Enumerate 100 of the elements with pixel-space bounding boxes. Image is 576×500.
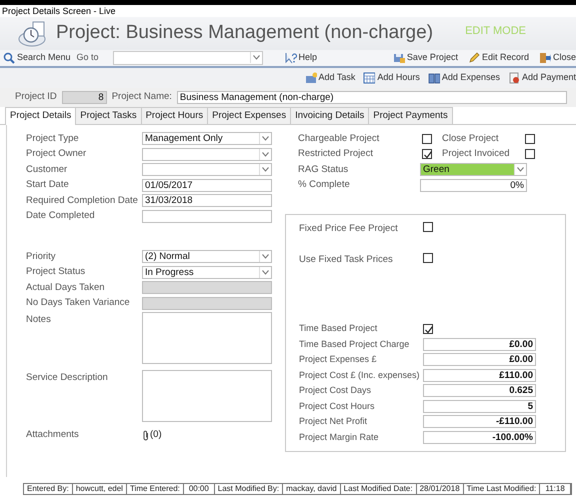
field-label: Project Cost Days xyxy=(299,384,372,397)
field-label: Project Status xyxy=(26,265,86,280)
search-button[interactable]: Search Menu xyxy=(3,51,71,65)
chevron-down-icon xyxy=(262,254,269,260)
status-label: Last Modified Date: xyxy=(340,484,417,494)
tab[interactable]: Project Expenses xyxy=(207,107,292,124)
checkbox[interactable] xyxy=(422,134,432,144)
pencil-icon xyxy=(468,52,480,64)
tab[interactable]: Project Details xyxy=(5,107,76,125)
field-label: Priority xyxy=(26,250,57,264)
status-value: howcutt, edel xyxy=(72,484,127,494)
checkbox[interactable] xyxy=(423,253,433,263)
field-label: Project Margin Rate xyxy=(299,430,380,444)
dropdown-field[interactable] xyxy=(142,163,272,176)
field-label: Fixed Price Fee Project xyxy=(299,222,399,236)
amount-field: £0.00 xyxy=(423,353,536,366)
status-label: Time Last Modified: xyxy=(464,484,540,494)
save-button[interactable]: Save Project xyxy=(392,51,458,65)
chevron-down-icon xyxy=(262,167,269,172)
percent-field[interactable]: 0% xyxy=(420,178,527,192)
amount-field: 0.625 xyxy=(423,384,536,398)
field-label: Project Type xyxy=(26,132,80,146)
paperclip-icon xyxy=(142,430,150,440)
search-icon xyxy=(3,52,15,64)
mode-label: EDIT MODE xyxy=(465,24,526,39)
checkbox[interactable] xyxy=(423,222,433,232)
book-icon xyxy=(428,72,440,84)
close-button[interactable]: Close xyxy=(538,51,576,65)
text-field[interactable] xyxy=(142,210,272,223)
field-label: Project Cost £ (Inc. expenses) xyxy=(299,368,421,382)
field-label: Project Cost Hours xyxy=(299,400,376,413)
attachment-count[interactable]: (0) xyxy=(150,428,162,442)
field-label: Project Net Profit xyxy=(299,415,368,428)
dropdown-field[interactable]: (2) Normal xyxy=(142,250,272,264)
help-icon xyxy=(284,52,297,64)
chevron-down-icon xyxy=(252,55,260,60)
dropdown-field[interactable]: In Progress xyxy=(142,266,272,279)
status-label: Entered By: xyxy=(24,484,73,494)
id-field: 8 xyxy=(62,91,107,104)
status-value: mackay, david xyxy=(283,484,341,494)
field-label: Actual Days Taken xyxy=(26,280,106,295)
chevron-down-icon xyxy=(262,136,269,142)
status-value: 11:18 xyxy=(540,484,572,494)
field-label: RAG Status xyxy=(298,162,350,177)
field-label: Use Fixed Task Prices xyxy=(299,253,394,267)
amount-field: -£110.00 xyxy=(423,415,536,428)
field-label: Time Based Project Charge xyxy=(299,338,410,351)
field-label: No Days Taken Variance xyxy=(26,296,131,310)
add-button[interactable]: Add Expenses xyxy=(428,71,500,85)
checkbox[interactable] xyxy=(525,134,535,144)
form-title: Project: Business Management (non-charge) xyxy=(56,21,434,46)
tab[interactable]: Project Hours xyxy=(140,107,208,124)
name-field[interactable]: Business Management (non-charge) xyxy=(176,91,567,104)
status-dropdown[interactable]: Green xyxy=(420,163,527,176)
status-label: Last Modified By: xyxy=(214,484,284,494)
amount-field: £0.00 xyxy=(423,338,536,351)
field-label: Customer xyxy=(26,162,68,177)
status-label: Time Entered: xyxy=(126,484,184,494)
calendar-icon xyxy=(363,72,376,84)
field-label: Chargeable Project xyxy=(298,132,380,146)
add-button[interactable]: Add Task xyxy=(304,71,356,85)
field-label: Required Completion Date xyxy=(26,194,139,208)
chevron-down-icon xyxy=(262,270,269,275)
tab[interactable]: Invoicing Details xyxy=(290,107,370,124)
checkbox[interactable] xyxy=(422,149,432,160)
door-icon xyxy=(538,52,551,64)
field-label: Start Date xyxy=(26,178,70,192)
amount-field: 5 xyxy=(423,400,536,413)
tab[interactable]: Project Payments xyxy=(368,107,453,124)
field-label: Project Expenses £ xyxy=(299,353,378,366)
dropdown-field[interactable] xyxy=(142,148,272,161)
checkbox[interactable] xyxy=(525,149,535,160)
field-label: Attachments xyxy=(26,428,80,442)
field-label: Time Based Project xyxy=(299,322,378,335)
window-title: Project Details Screen - Live xyxy=(1,5,117,17)
field-label: Restricted Project xyxy=(298,147,374,162)
add-button[interactable]: Add Hours xyxy=(363,71,420,85)
goto-label: Go to xyxy=(76,51,99,64)
field-label: Project Invoiced xyxy=(442,147,511,162)
chevron-down-icon xyxy=(517,167,524,172)
chevron-down-icon xyxy=(262,152,269,157)
text-field[interactable]: 31/03/2018 xyxy=(142,194,272,208)
text-field[interactable]: 01/05/2017 xyxy=(142,178,272,192)
edit-button[interactable]: Edit Record xyxy=(468,51,529,65)
dropdown-field[interactable]: Management Only xyxy=(142,132,272,146)
add-button[interactable]: Add Payment xyxy=(508,71,576,85)
task-icon xyxy=(304,72,317,84)
tab[interactable]: Project Tasks xyxy=(75,107,142,124)
field-label: Project Owner xyxy=(26,147,88,162)
help-button[interactable]: Help xyxy=(284,51,318,65)
status-value: 00:00 xyxy=(184,484,215,494)
amount-field: -100.00% xyxy=(423,430,536,444)
field-label: Date Completed xyxy=(26,209,96,224)
amount-field: £110.00 xyxy=(423,368,536,382)
field-label: % Complete xyxy=(298,178,351,192)
field-label: Notes xyxy=(26,313,52,327)
field-label: Project ID xyxy=(15,90,57,104)
status-value: 28/01/2018 xyxy=(416,484,464,494)
field-label: Service Description xyxy=(26,371,109,385)
checkbox[interactable] xyxy=(423,324,433,334)
